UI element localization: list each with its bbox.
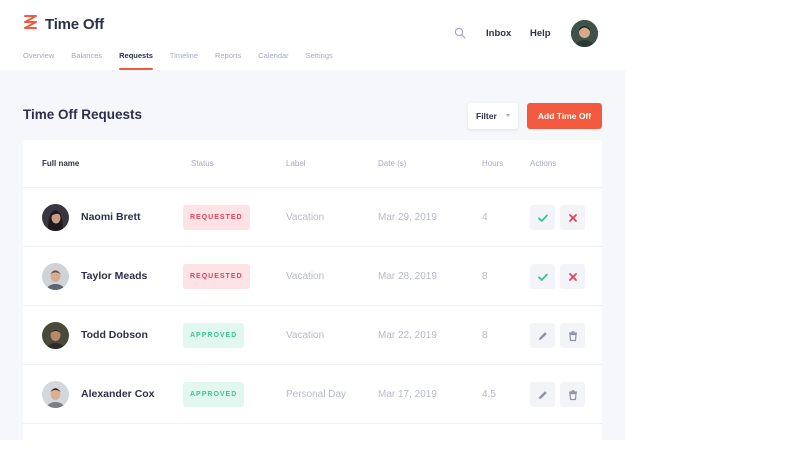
help-link[interactable]: Help <box>530 28 551 39</box>
trash-icon <box>568 389 577 400</box>
approve-button[interactable] <box>530 205 555 230</box>
leave-label: Vacation <box>286 212 325 223</box>
close-icon <box>568 272 577 281</box>
search-icon[interactable] <box>454 27 466 39</box>
nav-tab-settings[interactable]: Settings <box>306 51 333 70</box>
employee-name[interactable]: Alexander Cox <box>81 388 155 400</box>
column-header-status[interactable]: Status <box>191 159 214 168</box>
table-header: Full name Status Label Date (s) Hours Ac… <box>23 140 602 188</box>
app-window: Time Off Overview Balances Requests Time… <box>0 0 625 440</box>
avatar <box>42 322 69 349</box>
user-avatar-icon <box>571 20 598 47</box>
leave-date: Mar 29, 2019 <box>378 212 437 223</box>
leave-date: Mar 22, 2019 <box>378 330 437 341</box>
nav-tab-balances[interactable]: Balances <box>71 51 102 70</box>
reject-button[interactable] <box>560 205 585 230</box>
status-badge: REQUESTED <box>183 205 250 230</box>
leave-label: Vacation <box>286 330 325 341</box>
edit-button[interactable] <box>530 323 555 348</box>
person-avatar-icon <box>42 263 69 290</box>
nav-tab-requests[interactable]: Requests <box>119 51 153 70</box>
delete-button[interactable] <box>560 382 585 407</box>
employee-name[interactable]: Todd Dobson <box>81 329 148 341</box>
check-icon <box>537 273 548 281</box>
pencil-icon <box>538 390 547 399</box>
table-row[interactable]: Alexander Cox APPROVED Personal Day Mar … <box>23 365 602 424</box>
filter-button[interactable]: Filter <box>468 103 518 129</box>
nav-tab-reports[interactable]: Reports <box>215 51 241 70</box>
pencil-icon <box>538 331 547 340</box>
person-avatar-icon <box>42 204 69 231</box>
leave-hours: 8 <box>482 271 488 282</box>
leave-hours: 4 <box>482 212 488 223</box>
table-row[interactable]: Taylor Meads REQUESTED Vacation Mar 28, … <box>23 247 602 306</box>
top-bar: Time Off Overview Balances Requests Time… <box>0 0 625 70</box>
delete-button[interactable] <box>560 323 585 348</box>
column-header-full-name[interactable]: Full name <box>42 159 79 168</box>
main-nav: Overview Balances Requests Timeline Repo… <box>23 51 350 70</box>
edit-button[interactable] <box>530 382 555 407</box>
requests-table: Full name Status Label Date (s) Hours Ac… <box>23 140 602 440</box>
zigzag-logo-icon <box>24 15 37 29</box>
avatar <box>42 263 69 290</box>
column-header-label[interactable]: Label <box>286 159 306 168</box>
column-header-date[interactable]: Date (s) <box>378 159 406 168</box>
avatar <box>42 204 69 231</box>
employee-name[interactable]: Naomi Brett <box>81 211 141 223</box>
user-avatar[interactable] <box>571 20 598 47</box>
column-header-hours[interactable]: Hours <box>482 159 503 168</box>
status-badge: APPROVED <box>183 323 245 348</box>
table-row[interactable]: Todd Dobson APPROVED Vacation Mar 22, 20… <box>23 306 602 365</box>
add-time-off-button[interactable]: Add Time Off <box>527 103 602 129</box>
leave-date: Mar 28, 2019 <box>378 271 437 282</box>
column-header-actions: Actions <box>530 159 557 168</box>
app-title: Time Off <box>45 15 104 33</box>
person-avatar-icon <box>42 381 69 408</box>
leave-label: Personal Day <box>286 389 347 400</box>
brand[interactable]: Time Off <box>24 14 104 34</box>
leave-hours: 8 <box>482 330 488 341</box>
status-badge: APPROVED <box>183 382 245 407</box>
approve-button[interactable] <box>530 264 555 289</box>
close-icon <box>568 213 577 222</box>
status-badge: REQUESTED <box>183 264 250 289</box>
reject-button[interactable] <box>560 264 585 289</box>
leave-label: Vacation <box>286 271 325 282</box>
chevron-down-icon <box>506 114 510 117</box>
leave-hours: 4,5 <box>482 389 496 400</box>
inbox-link[interactable]: Inbox <box>486 28 511 39</box>
table-row[interactable]: Naomi Brett REQUESTED Vacation Mar 29, 2… <box>23 188 602 247</box>
avatar <box>42 381 69 408</box>
page-title: Time Off Requests <box>23 107 143 122</box>
employee-name[interactable]: Taylor Meads <box>81 270 147 282</box>
nav-tab-timeline[interactable]: Timeline <box>170 51 198 70</box>
trash-icon <box>568 330 577 341</box>
check-icon <box>537 214 548 222</box>
leave-date: Mar 17, 2019 <box>378 389 437 400</box>
person-avatar-icon <box>42 322 69 349</box>
filter-button-label: Filter <box>476 111 497 121</box>
nav-tab-overview[interactable]: Overview <box>23 51 54 70</box>
nav-tab-calendar[interactable]: Calendar <box>258 51 288 70</box>
